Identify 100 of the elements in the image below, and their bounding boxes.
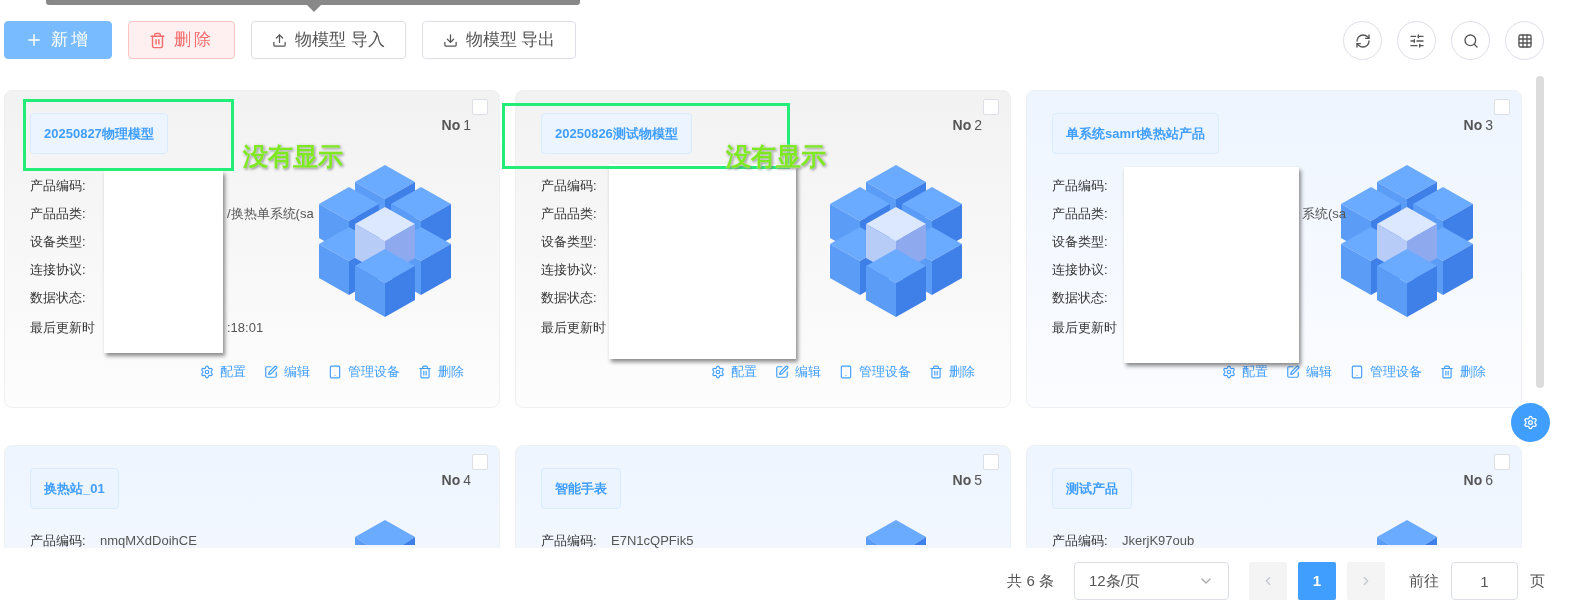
gear-icon (1523, 415, 1538, 430)
card-checkbox[interactable] (1494, 99, 1510, 115)
trash-icon (1440, 364, 1454, 379)
download-icon (442, 32, 458, 48)
product-name-tag: 单系统samrt换热站产品 (1052, 113, 1220, 154)
card-action-link[interactable]: 删除 (1440, 362, 1486, 382)
field-label: 设备类型: (1052, 233, 1108, 252)
tablet-icon (328, 364, 342, 379)
card-checkbox[interactable] (472, 454, 488, 470)
import-button[interactable]: 物模型 导入 (251, 21, 406, 59)
card-number: 1 (463, 116, 471, 135)
gear-icon (200, 364, 214, 379)
trash-icon (929, 364, 943, 379)
field-label: 最后更新时 (541, 319, 606, 338)
card-action-link[interactable]: 配置 (1222, 362, 1268, 382)
floating-settings-button[interactable] (1511, 403, 1550, 442)
card-action-link[interactable]: 配置 (711, 362, 757, 382)
cubes-drawing (355, 520, 415, 545)
field-label: 连接协议: (1052, 261, 1108, 280)
tool-button[interactable] (1505, 21, 1544, 60)
total-count: 共 6 条 (1007, 570, 1054, 591)
card-action-link[interactable]: 管理设备 (328, 362, 400, 382)
refresh-icon (1354, 32, 1371, 49)
card-number: 3 (1485, 116, 1493, 135)
card-action-link[interactable]: 删除 (418, 362, 464, 382)
grid-icon (1516, 32, 1533, 49)
edit-icon (1286, 364, 1300, 379)
product-name-tag: 20250826测试物模型 (541, 113, 692, 154)
delete-button[interactable]: 删除 (128, 21, 235, 59)
card-checkbox[interactable] (1494, 454, 1510, 470)
field-label: 产品编码: (541, 532, 597, 548)
goto-page-input[interactable]: 1 (1451, 562, 1518, 600)
field-label: 最后更新时 (30, 319, 95, 338)
product-name-tag: 20250827物理模型 (30, 113, 168, 154)
upload-icon (272, 32, 287, 48)
field-label: 产品编码: (30, 177, 86, 196)
gear-icon (711, 364, 725, 379)
product-name-tag: 智能手表 (541, 468, 621, 509)
add-button[interactable]: 新增 (4, 21, 112, 59)
number-label: No (1463, 116, 1483, 135)
card-action-link[interactable]: 管理设备 (1350, 362, 1422, 382)
card-number: 5 (974, 471, 982, 490)
field-label: 连接协议: (30, 261, 86, 280)
number-label: No (441, 471, 461, 490)
field-value: /换热单系统(sa (227, 205, 314, 224)
number-label: No (441, 116, 461, 135)
goto-label: 前往 (1409, 570, 1439, 591)
field-label: 产品品类: (30, 205, 86, 224)
card-checkbox[interactable] (983, 99, 999, 115)
card-action-link[interactable]: 配置 (200, 362, 246, 382)
product-name-tag: 换热站_01 (30, 468, 119, 509)
field-label: 数据状态: (1052, 289, 1108, 308)
edit-icon (775, 364, 789, 379)
page-number-button[interactable]: 1 (1298, 562, 1336, 600)
tablet-icon (839, 364, 853, 379)
card-checkbox[interactable] (983, 454, 999, 470)
card-number: 6 (1485, 471, 1493, 490)
card-action-link[interactable]: 管理设备 (839, 362, 911, 382)
gear-icon (1222, 364, 1236, 379)
page-suffix: 页 (1530, 570, 1545, 591)
annotation-text: 没有显示 (243, 141, 343, 172)
tool-button[interactable] (1397, 21, 1436, 60)
field-label: 数据状态: (541, 289, 597, 308)
card-number: 2 (974, 116, 982, 135)
field-value: :18:01 (227, 319, 264, 338)
card-action-link[interactable]: 编辑 (1286, 362, 1332, 382)
card-checkbox[interactable] (472, 99, 488, 115)
scrollbar-thumb[interactable] (1536, 76, 1544, 388)
card-action-link[interactable]: 编辑 (775, 362, 821, 382)
field-value: E7N1cQPFik5 (611, 532, 694, 548)
trash-icon (418, 364, 432, 379)
field-label: 数据状态: (30, 289, 86, 308)
number-label: No (952, 116, 972, 135)
field-label: 最后更新时 (1052, 319, 1117, 338)
card-action-link[interactable]: 编辑 (264, 362, 310, 382)
field-label: 产品编码: (1052, 177, 1108, 196)
field-label: 产品编码: (30, 532, 86, 548)
card-action-link[interactable]: 删除 (929, 362, 975, 382)
page-size-select[interactable]: 12条/页 (1074, 562, 1229, 600)
search-icon (1462, 32, 1479, 49)
number-label: No (1463, 471, 1483, 490)
cubes-drawing (866, 520, 926, 545)
tool-button[interactable] (1343, 21, 1382, 60)
field-label: 连接协议: (541, 261, 597, 280)
cubes-drawing (1377, 520, 1437, 545)
field-label: 设备类型: (541, 233, 597, 252)
trash-icon (149, 31, 166, 49)
sliders-icon (1408, 32, 1425, 49)
edit-icon (264, 364, 278, 379)
tablet-icon (1350, 364, 1364, 379)
field-label: 产品品类: (1052, 205, 1108, 224)
number-label: No (952, 471, 972, 490)
plus-icon (25, 31, 43, 49)
export-button[interactable]: 物模型 导出 (421, 21, 577, 59)
field-value: JkerjK97oub (1122, 532, 1195, 548)
tool-button[interactable] (1451, 21, 1490, 60)
field-value: nmqMXdDoihCE (100, 532, 197, 548)
field-label: 产品编码: (541, 177, 597, 196)
field-label: 设备类型: (30, 233, 86, 252)
card-number: 4 (463, 471, 471, 490)
